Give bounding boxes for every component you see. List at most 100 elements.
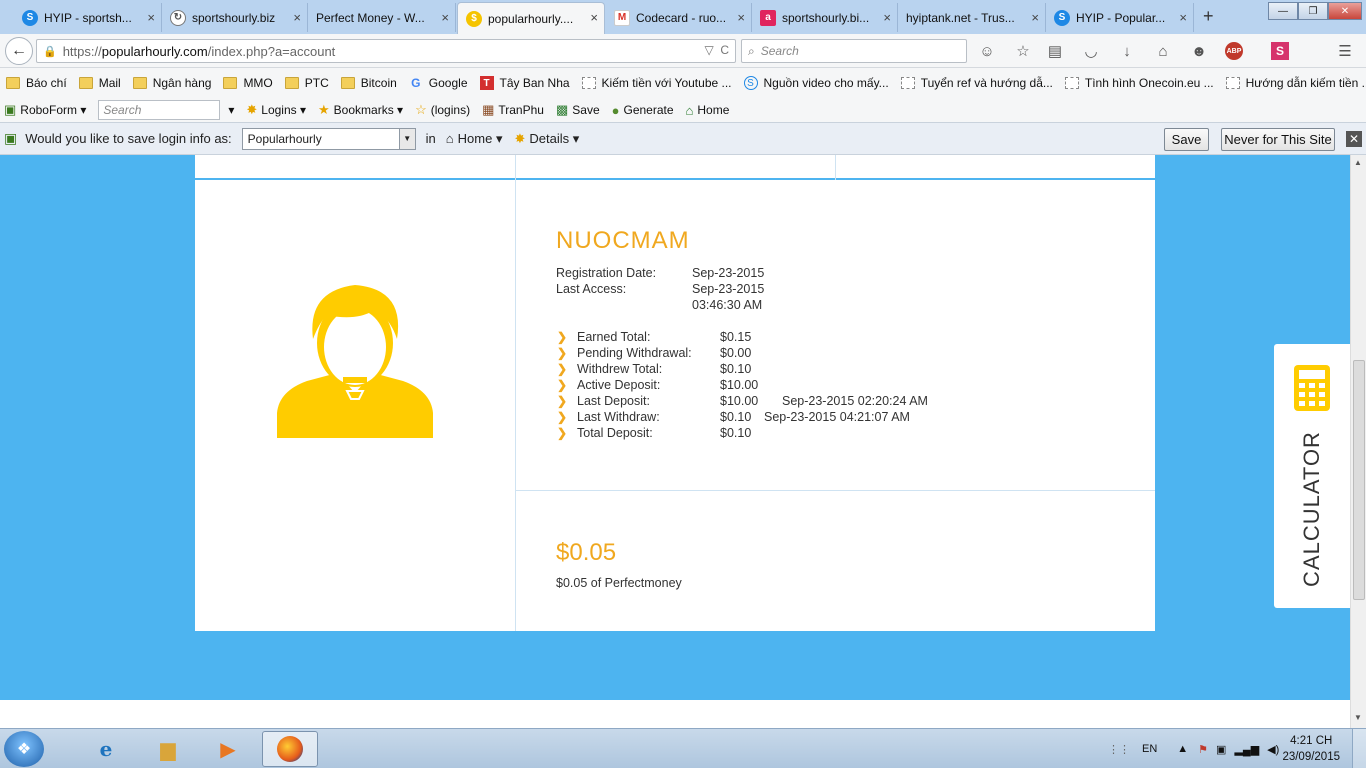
device-icon[interactable]: ▣ [1216,743,1226,756]
home-icon: ⌂ [685,102,694,118]
bookmark-item[interactable]: Bitcoin [340,76,397,90]
vertical-scrollbar[interactable]: ▲ ▼ [1350,155,1366,728]
scroll-up-arrow-icon[interactable]: ▲ [1354,158,1362,167]
close-icon[interactable]: ✕ [1346,131,1362,147]
tab-sportshourly[interactable]: ↻ sportshourly.biz × [162,3,308,32]
bookmark-label: MMO [243,76,273,90]
tab-label: HYIP - sportsh... [44,10,132,25]
reload-icon[interactable]: ▽ C [704,43,729,57]
tab-hyiptank[interactable]: hyiptank.net - Trus... × [898,3,1046,32]
start-button[interactable]: ❖ [4,731,44,767]
tab-popularhourly[interactable]: $ popularhourly.... × [457,2,605,34]
column-divider [515,155,516,631]
show-desktop-button[interactable] [1352,729,1366,768]
download-icon[interactable]: ↓ [1117,41,1137,61]
chevron-right-icon: ❯ [556,394,568,408]
search-bar[interactable]: ⌕ Search [741,39,967,63]
bookmarks-menu[interactable]: ★ Bookmarks ▾ [318,102,403,118]
close-icon[interactable]: × [737,10,745,25]
bookmark-item[interactable]: Báo chí [6,76,67,90]
generate-button[interactable]: ● Generate [612,103,674,118]
bookmark-item[interactable]: MMO [223,76,273,90]
new-tab-button[interactable]: + [1203,6,1214,27]
bookmark-item[interactable]: Mail [78,76,121,90]
bookmark-item[interactable]: Tuyển ref và hướng dẫ... [900,76,1053,90]
close-icon[interactable]: × [883,10,891,25]
bookmark-item[interactable]: Kiếm tiền với Youtube ... [581,76,732,90]
chevron-right-icon: ❯ [556,330,568,344]
reading-list-icon[interactable]: ▤ [1045,41,1065,61]
bookmark-item[interactable]: PTC [284,76,329,90]
calculator-icon [1294,365,1330,411]
bookmark-item[interactable]: T Tây Ban Nha [479,76,570,90]
bookmarks-star-icon: ★ [318,102,330,117]
media-player-icon[interactable]: ▶ [200,731,256,767]
calculator-tab[interactable]: CALCULATOR [1274,344,1350,608]
network-signal-icon[interactable]: ▂▄▆ [1234,743,1259,756]
close-icon[interactable]: × [590,10,598,25]
close-icon[interactable]: × [1179,10,1187,25]
scrollbar-thumb[interactable] [1353,360,1365,600]
roboform-home-button[interactable]: ⌂ Home [686,103,730,118]
card-top-strip [195,155,1155,180]
logins-menu[interactable]: ✸ Logins ▾ [246,102,306,118]
menu-icon[interactable]: ☰ [1335,41,1355,61]
stat-label: Last Deposit: [577,394,650,408]
home-icon: ⌂ [445,131,454,146]
star-icon[interactable]: ☆ [1013,41,1033,61]
bookmark-item[interactable]: Hướng dẫn kiếm tiền ... [1225,76,1366,90]
column-divider [835,155,836,180]
home-icon[interactable]: ⌂ [1153,41,1173,61]
close-icon[interactable]: × [441,10,449,25]
logins-shortcut[interactable]: ☆ (logins) [415,102,470,118]
chat-icon[interactable]: ☻ [1189,41,1209,61]
volume-icon[interactable]: ◀) [1267,743,1279,756]
roboform-search-dropdown[interactable]: ▾ [228,103,234,117]
internet-explorer-icon[interactable]: e [78,731,134,767]
roboform-save-button[interactable]: ▩ Save [556,102,600,118]
language-indicator[interactable]: EN [1142,743,1157,755]
close-icon[interactable]: × [1031,10,1039,25]
folder-dropdown[interactable]: ⌂ Home ▾ [446,131,503,147]
firefox-icon[interactable] [262,731,318,767]
save-label: Save [572,103,600,117]
tab-perfect-money[interactable]: Perfect Money - W... × [308,3,456,32]
clock-time: 4:21 CH [1290,735,1333,747]
minimize-button[interactable]: — [1268,2,1298,20]
never-for-this-site-button[interactable]: Never for This Site [1221,128,1335,151]
url-bar[interactable]: 🔒 https://popularhourly.com/index.php?a=… [36,39,736,63]
extension-icon[interactable]: ☺ [977,41,997,61]
close-icon[interactable]: × [293,10,301,25]
identity-tranphu[interactable]: ▦ TranPhu [482,102,544,118]
taskbar-clock[interactable]: 4:21 CH 23/09/2015 [1282,733,1340,765]
file-explorer-icon[interactable]: ▆ [140,731,196,767]
s-extension-icon[interactable]: S [1271,42,1289,60]
adblock-icon[interactable]: ABP [1225,42,1243,60]
tab-hyip-popular[interactable]: S HYIP - Popular... × [1046,3,1194,32]
bookmark-item[interactable]: S Nguồn video cho mấy... [743,76,889,90]
bookmark-item[interactable]: Ngân hàng [132,76,211,90]
roboform-menu[interactable]: ▣ RoboForm ▾ [4,102,86,118]
tab-codecard[interactable]: M Codecard - ruo... × [606,3,752,32]
bookmarks-label: Bookmarks [333,103,394,117]
save-button[interactable]: Save [1164,128,1209,151]
bookmark-item[interactable]: Tình hình Onecoin.eu ... [1064,76,1214,90]
show-hidden-icons-icon[interactable]: ▲ [1177,743,1188,755]
bookmark-item[interactable]: G Google [409,76,467,90]
chevron-right-icon: ❯ [556,378,568,392]
close-icon[interactable]: × [147,10,155,25]
pocket-icon[interactable]: ◡ [1081,41,1101,61]
back-button[interactable]: ← [5,37,33,65]
tab-hyip-sportshourly[interactable]: S HYIP - sportsh... × [14,3,162,32]
roboform-toolbar: ▣ RoboForm ▾ Search ▾ ✸ Logins ▾ ★ Bookmark… [0,98,1366,122]
login-name-field[interactable]: Popularhourly ▼ [241,127,416,150]
tab-sportshourly-2[interactable]: a sportshourly.bi... × [752,3,898,32]
maximize-button[interactable]: ❐ [1298,2,1328,20]
s-icon: S [743,76,758,90]
close-window-button[interactable]: ✕ [1328,2,1362,20]
action-center-icon[interactable]: ⚑ [1198,743,1208,756]
chevron-down-icon[interactable]: ▼ [398,128,415,149]
roboform-search-input[interactable]: Search [98,100,221,120]
details-dropdown[interactable]: ✸ Details ▾ [514,131,579,147]
scroll-down-arrow-icon[interactable]: ▼ [1354,713,1362,722]
